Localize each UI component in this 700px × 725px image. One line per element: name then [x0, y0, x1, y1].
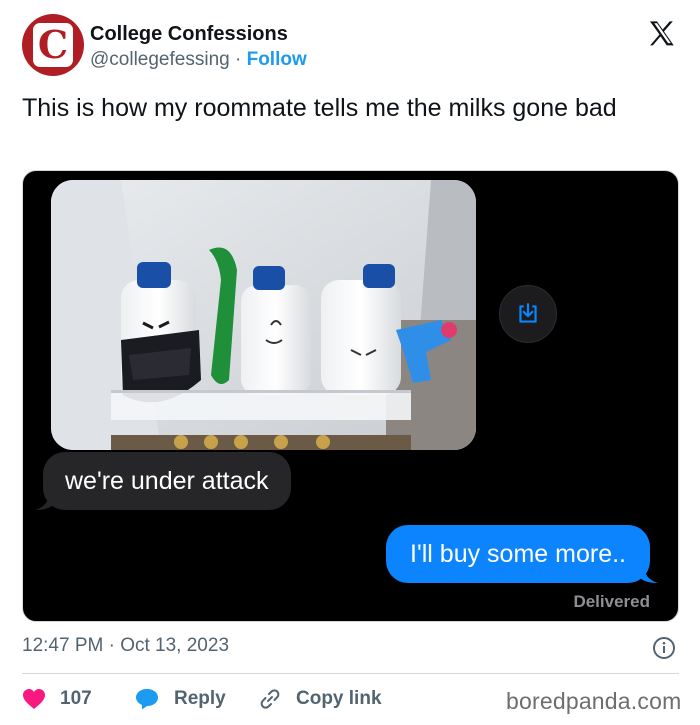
download-icon — [519, 303, 537, 323]
info-icon[interactable] — [652, 636, 676, 660]
link-icon — [260, 689, 280, 709]
copy-link-button[interactable]: Copy link — [258, 684, 382, 714]
tweet-text: This is how my roommate tells me the mil… — [22, 94, 617, 122]
delivery-status: Delivered — [573, 592, 650, 611]
like-count: 107 — [60, 688, 92, 709]
bubble-tail — [35, 492, 55, 510]
copy-link-label: Copy link — [296, 688, 382, 709]
tweet-media[interactable]: we're under attack I'll buy some more.. … — [22, 170, 679, 622]
tweet-timestamp[interactable]: 12:47 PM · Oct 13, 2023 — [22, 635, 229, 657]
meta-separator: · — [234, 49, 242, 70]
x-logo-icon[interactable] — [646, 18, 678, 50]
reply-bubble-icon — [136, 689, 158, 710]
received-message-text: we're under attack — [65, 466, 269, 495]
avatar-letter: C — [33, 23, 73, 67]
received-message-bubble: we're under attack — [35, 452, 291, 510]
bubble-tail — [638, 565, 658, 583]
account-name[interactable]: College Confessions — [90, 23, 288, 46]
reply-button[interactable]: Reply — [134, 684, 226, 714]
reply-label: Reply — [174, 688, 226, 709]
account-meta: @collegefessing · Follow — [90, 49, 307, 71]
account-handle[interactable]: @collegefessing — [90, 49, 230, 70]
tweet-header: C College Confessions @collegefessing · … — [22, 14, 682, 78]
save-image-button[interactable] — [499, 285, 557, 343]
sent-message-text: I'll buy some more.. — [410, 539, 626, 568]
watermark: boredpanda.com — [506, 688, 682, 714]
avatar[interactable]: C — [22, 14, 84, 76]
follow-button[interactable]: Follow — [247, 49, 307, 70]
sent-message-bubble: I'll buy some more.. — [386, 525, 658, 583]
divider — [22, 673, 679, 674]
fridge-photo — [51, 180, 476, 450]
heart-icon — [23, 689, 45, 709]
like-button[interactable]: 107 — [22, 684, 92, 714]
